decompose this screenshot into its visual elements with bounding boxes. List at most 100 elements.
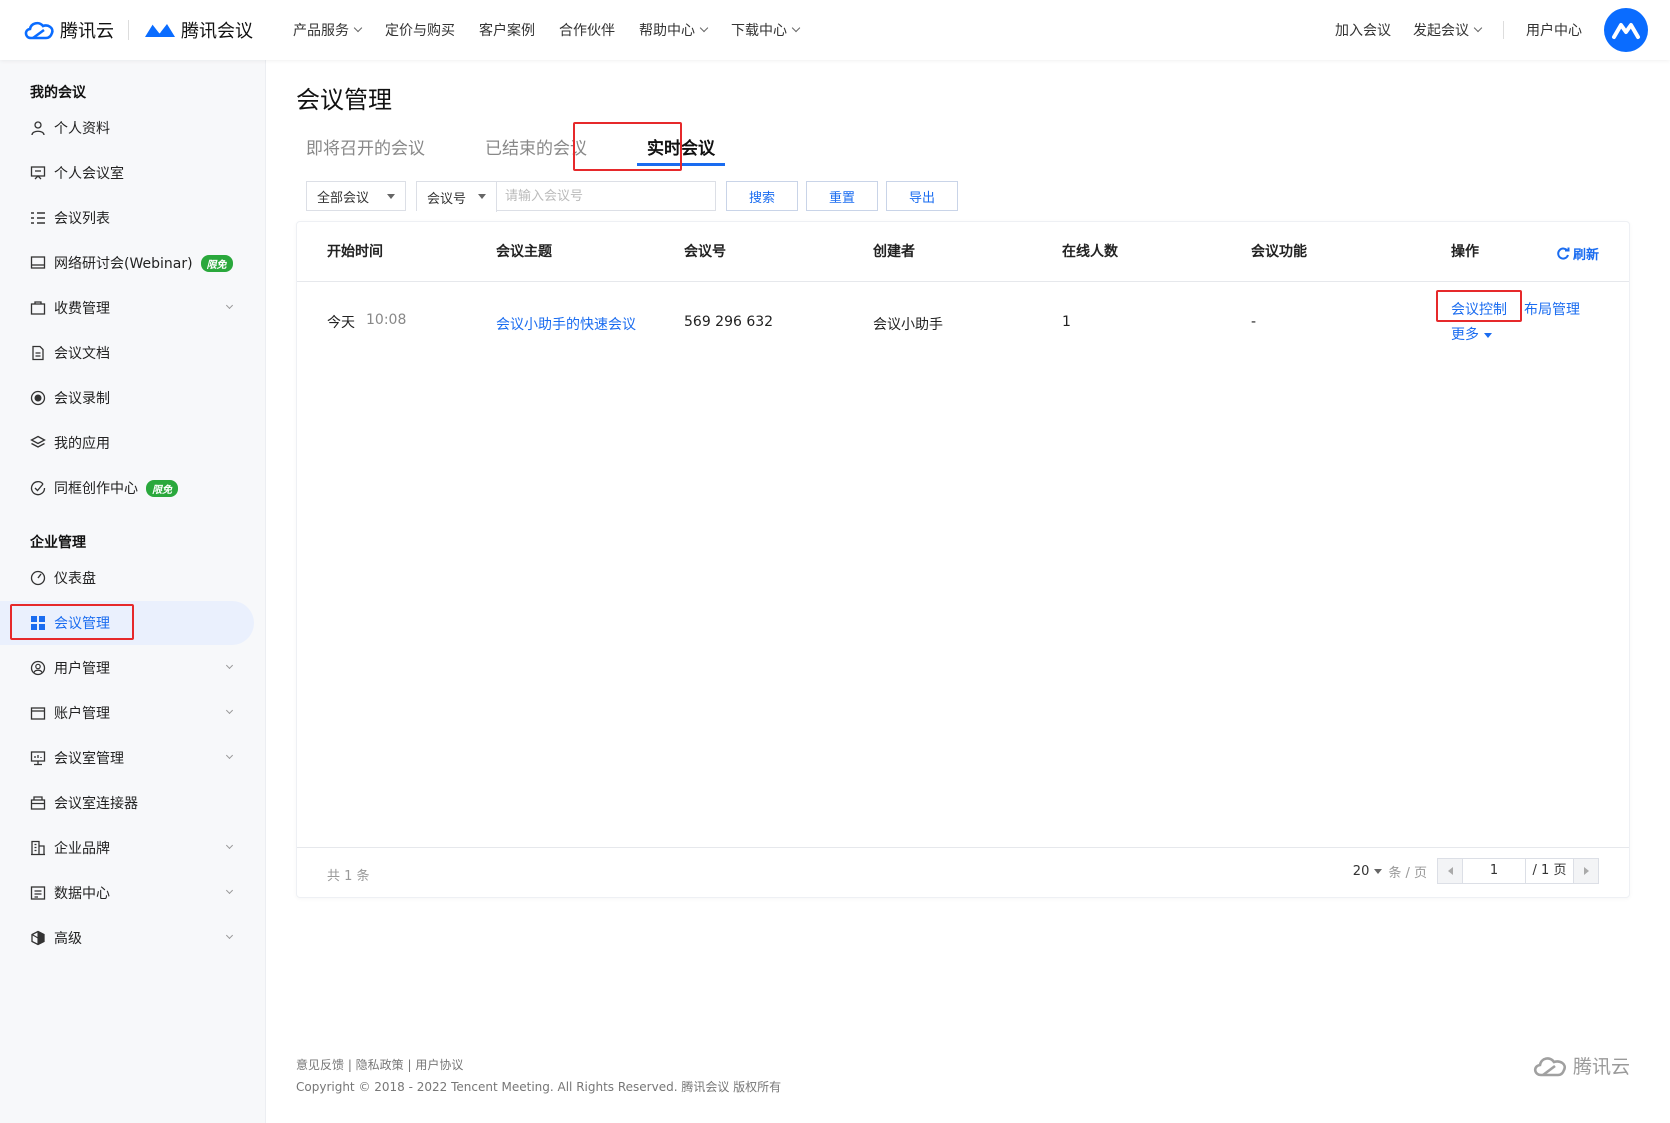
user-center-link[interactable]: 用户中心 xyxy=(1526,20,1582,40)
sidebar-item-dashboard[interactable]: 仪表盘 xyxy=(0,556,254,600)
sidebar-item-recording[interactable]: 会议录制 xyxy=(0,376,254,420)
sidebar-item-webinar[interactable]: 网络研讨会(Webinar) 限免 xyxy=(0,241,254,285)
avatar[interactable] xyxy=(1604,8,1648,52)
more-actions-dropdown[interactable]: 更多 xyxy=(1451,324,1492,344)
cell-topic-link[interactable]: 会议小助手的快速会议 xyxy=(496,314,636,334)
sidebar-item-room-management[interactable]: 会议室管理 xyxy=(0,736,254,780)
chevron-down-icon xyxy=(225,931,234,940)
nav-pricing[interactable]: 定价与购买 xyxy=(385,20,455,40)
tab-ended-meetings[interactable]: 已结束的会议 xyxy=(475,126,597,166)
record-icon xyxy=(30,390,46,406)
nav-label: 产品服务 xyxy=(293,23,349,39)
sidebar-item-label: 个人资料 xyxy=(54,121,110,137)
cell-start-date: 今天 xyxy=(327,315,355,331)
sidebar-item-label: 仪表盘 xyxy=(54,571,96,587)
tencent-cloud-logo-icon xyxy=(24,21,54,40)
sidebar-item-label: 会议列表 xyxy=(54,211,110,227)
page-size-select[interactable]: 20 xyxy=(1353,864,1383,879)
refresh-button[interactable]: 刷新 xyxy=(1556,244,1599,263)
sidebar-item-meeting-management[interactable]: 会议管理 xyxy=(0,601,254,645)
chevron-down-icon xyxy=(791,23,801,33)
sidebar-item-enterprise-brand[interactable]: 企业品牌 xyxy=(0,826,254,870)
meeting-scope-select[interactable]: 全部会议 xyxy=(306,181,406,211)
sidebar: 我的会议 个人资料 个人会议室 会议列表 网络研讨会(Webinar) 限免 收… xyxy=(0,60,266,1123)
layout-management-link[interactable]: 布局管理 xyxy=(1524,299,1580,319)
nav-customer-cases[interactable]: 客户案例 xyxy=(479,20,535,40)
table-footer: 共 1 条 20 条 / 页 1 / 1 页 xyxy=(297,847,1629,897)
brand-divider xyxy=(128,20,129,40)
column-header-actions: 操作 xyxy=(1451,244,1479,260)
chevron-down-icon xyxy=(353,23,363,33)
sidebar-item-meeting-list[interactable]: 会议列表 xyxy=(0,196,254,240)
sidebar-item-my-apps[interactable]: 我的应用 xyxy=(0,421,254,465)
tencent-cloud-logo-icon xyxy=(1533,1056,1566,1076)
sidebar-item-label: 同框创作中心 xyxy=(54,481,138,497)
sidebar-item-data-center[interactable]: 数据中心 xyxy=(0,871,254,915)
advanced-icon xyxy=(31,930,45,946)
join-meeting-link[interactable]: 加入会议 xyxy=(1335,20,1391,40)
sidebar-item-label: 会议管理 xyxy=(54,616,110,632)
sidebar-item-label: 会议文档 xyxy=(54,346,110,362)
sidebar-item-label: 网络研讨会(Webinar) xyxy=(54,256,193,272)
total-count: 共 1 条 xyxy=(327,869,370,884)
chevron-down-icon xyxy=(225,886,234,895)
next-page-button[interactable] xyxy=(1574,859,1598,883)
chevron-down-icon xyxy=(1473,23,1483,33)
tab-upcoming-meetings[interactable]: 即将召开的会议 xyxy=(296,126,435,166)
page-number-input[interactable]: 1 xyxy=(1462,859,1526,883)
column-header-features: 会议功能 xyxy=(1251,244,1307,260)
dashboard-icon xyxy=(30,570,46,586)
sidebar-group-my-meetings: 我的会议 xyxy=(30,85,86,101)
search-field-select[interactable]: 会议号 xyxy=(417,182,497,212)
sidebar-item-account-management[interactable]: 账户管理 xyxy=(0,691,254,735)
meeting-control-link[interactable]: 会议控制 xyxy=(1451,299,1507,319)
search-input[interactable] xyxy=(497,182,715,210)
sidebar-item-billing[interactable]: 收费管理 xyxy=(0,286,254,330)
sidebar-item-documents[interactable]: 会议文档 xyxy=(0,331,254,375)
export-button[interactable]: 导出 xyxy=(886,181,958,211)
nav-download-center[interactable]: 下载中心 xyxy=(731,20,801,40)
field-select-value: 会议号 xyxy=(427,191,467,207)
reset-button[interactable]: 重置 xyxy=(806,181,878,211)
column-header-online-count: 在线人数 xyxy=(1062,244,1118,260)
sidebar-item-creation-center[interactable]: 同框创作中心 限免 xyxy=(0,466,254,510)
sidebar-item-label: 我的应用 xyxy=(54,436,110,452)
brand-icon xyxy=(31,840,45,856)
user-icon xyxy=(31,121,45,136)
tab-live-meetings[interactable]: 实时会议 xyxy=(637,126,725,166)
chevron-down-icon xyxy=(225,751,234,760)
sidebar-item-personal-room[interactable]: 个人会议室 xyxy=(0,151,254,195)
total-pages: / 1 页 xyxy=(1526,859,1574,883)
document-icon xyxy=(32,345,44,361)
caret-down-icon xyxy=(1484,332,1492,338)
meeting-logo-icon xyxy=(1612,23,1640,39)
sidebar-item-user-management[interactable]: 用户管理 xyxy=(0,646,254,690)
sidebar-item-label: 高级 xyxy=(54,931,82,947)
brand[interactable]: 腾讯云 腾讯会议 xyxy=(22,17,253,43)
chevron-down-icon xyxy=(225,661,234,670)
data-icon xyxy=(30,886,46,900)
nav-help-center[interactable]: 帮助中心 xyxy=(639,20,709,40)
sidebar-item-label: 收费管理 xyxy=(54,301,110,317)
room-manage-icon xyxy=(30,751,46,766)
more-label: 更多 xyxy=(1451,327,1479,343)
sidebar-item-advanced[interactable]: 高级 xyxy=(0,916,254,960)
brand-cloud-text: 腾讯云 xyxy=(60,21,114,42)
sidebar-item-label: 企业品牌 xyxy=(54,841,110,857)
cell-start-time: 10:08 xyxy=(366,312,407,328)
grid-icon xyxy=(31,616,45,630)
cell-online-count: 1 xyxy=(1062,314,1071,330)
sidebar-item-room-connector[interactable]: 会议室连接器 xyxy=(0,781,254,825)
page-navigator: 1 / 1 页 xyxy=(1437,858,1599,884)
prev-page-button[interactable] xyxy=(1438,859,1462,883)
page-size-value: 20 xyxy=(1352,863,1370,879)
search-button[interactable]: 搜索 xyxy=(726,181,798,211)
meeting-tabs: 即将召开的会议 已结束的会议 实时会议 xyxy=(296,126,765,166)
nav-product-services[interactable]: 产品服务 xyxy=(293,20,363,40)
caret-down-icon xyxy=(1374,868,1383,874)
nav-partners[interactable]: 合作伙伴 xyxy=(559,20,615,40)
footer-links[interactable]: 意见反馈 | 隐私政策 | 用户协议 xyxy=(296,1056,463,1073)
sidebar-item-profile[interactable]: 个人资料 xyxy=(0,106,254,150)
arrow-right-icon xyxy=(1583,867,1589,875)
start-meeting-dropdown[interactable]: 发起会议 xyxy=(1413,20,1483,40)
